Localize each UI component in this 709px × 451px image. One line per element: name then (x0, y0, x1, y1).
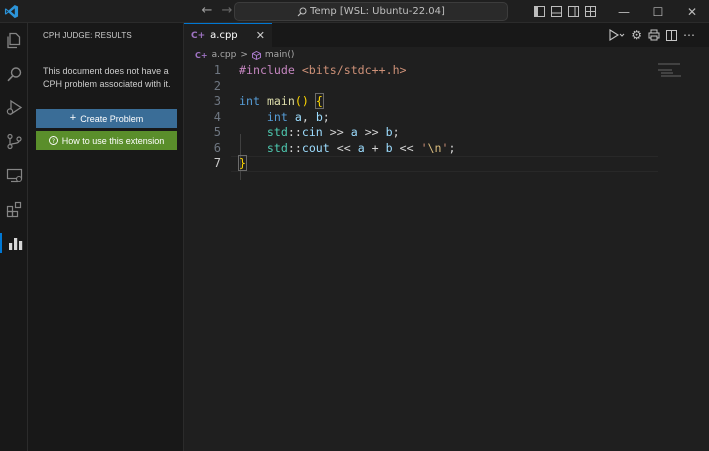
code-line-3: int main() { (239, 93, 324, 109)
line-number: 5 (213, 125, 221, 139)
code-line-1: #include <bits/stdc++.h> (239, 63, 407, 77)
code-line-4: int a, b; (266, 109, 330, 124)
arrow-left-icon[interactable]: ← (200, 3, 214, 18)
toggle-secondary-sidebar-icon[interactable] (565, 3, 582, 20)
explorer-icon[interactable] (4, 30, 24, 50)
print-icon[interactable] (648, 27, 660, 43)
tab-a-cpp[interactable]: C+ a.cpp ✕ (184, 23, 272, 47)
svg-text:?: ? (52, 138, 55, 145)
remote-explorer-icon[interactable] (4, 165, 24, 185)
create-problem-button[interactable]: + Create Problem (36, 109, 177, 128)
line-number: 7 (213, 156, 221, 170)
breadcrumb-separator: > (240, 50, 248, 60)
how-to-use-button[interactable]: ? How to use this extension (36, 131, 177, 150)
vertical-scrollbar[interactable] (701, 47, 709, 451)
breadcrumb: C+ a.cpp > main() (195, 50, 294, 60)
maximize-icon[interactable]: ☐ (641, 0, 675, 23)
activity-bar (0, 23, 28, 451)
toggle-sidebar-icon[interactable] (531, 3, 548, 20)
method-cube-icon (251, 50, 261, 60)
matching-bracket: { (314, 93, 324, 109)
tab-bar: C+ a.cpp ✕ ⚙ ⋯ (184, 23, 709, 47)
editor-area: C+ a.cpp ✕ ⚙ ⋯ C+ a.cpp > main() 1 2 3 4… (184, 23, 709, 451)
tab-label: a.cpp (210, 30, 238, 41)
toggle-panel-icon[interactable] (548, 3, 565, 20)
more-actions-icon[interactable]: ⋯ (683, 27, 695, 43)
sidebar-title: CPH JUDGE: RESULTS (43, 31, 132, 40)
layout-icon[interactable] (582, 3, 599, 20)
command-center-search[interactable]: Temp [WSL: Ubuntu-22.04] (234, 2, 508, 21)
no-problem-message: This document does not have a CPH proble… (43, 66, 171, 89)
cph-results-sidebar: CPH JUDGE: RESULTS This document does no… (28, 23, 184, 451)
line-numbers: 1 2 3 4 5 6 7 (184, 63, 222, 172)
minimize-icon[interactable]: — (607, 0, 641, 23)
create-problem-label: Create Problem (80, 113, 144, 124)
search-icon[interactable] (4, 64, 24, 84)
plus-icon: + (69, 112, 77, 124)
cpp-file-icon: C+ (195, 50, 208, 60)
run-debug-icon[interactable] (4, 97, 24, 117)
vscode-logo-icon[interactable] (4, 4, 19, 19)
minimap[interactable] (658, 63, 704, 83)
how-to-use-label: How to use this extension (61, 135, 165, 146)
line-number: 1 (213, 63, 221, 77)
code-editor[interactable]: #include <bits/stdc++.h> int main() { in… (238, 63, 456, 172)
arrow-right-icon[interactable]: → (220, 3, 234, 18)
line-number: 3 (213, 94, 221, 108)
search-icon (297, 7, 307, 16)
line-number: 6 (213, 140, 221, 155)
matching-bracket: } (238, 155, 247, 171)
code-line-7: } (238, 155, 455, 172)
code-line-5: std::cin >> a >> b; (266, 125, 400, 139)
code-line-6: std::cout << a + b << '\n'; (266, 140, 456, 155)
run-icon[interactable] (609, 27, 625, 43)
command-center-label: Temp [WSL: Ubuntu-22.04] (310, 6, 445, 17)
cph-judge-icon[interactable] (0, 233, 28, 253)
title-bar: ← → Temp [WSL: Ubuntu-22.04] — ☐ ✕ (0, 0, 709, 23)
extensions-icon[interactable] (4, 199, 24, 219)
breadcrumb-symbol[interactable]: main() (265, 50, 295, 60)
gear-icon[interactable]: ⚙ (631, 27, 642, 43)
source-control-icon[interactable] (4, 131, 24, 151)
split-editor-icon[interactable] (666, 27, 677, 43)
tab-close-icon[interactable]: ✕ (256, 29, 265, 42)
close-icon[interactable]: ✕ (675, 0, 709, 23)
line-number: 4 (213, 109, 221, 124)
cpp-file-icon: C+ (191, 30, 206, 41)
line-number: 2 (213, 78, 221, 93)
breadcrumb-file[interactable]: a.cpp (212, 50, 237, 60)
question-circle-icon: ? (48, 136, 58, 145)
